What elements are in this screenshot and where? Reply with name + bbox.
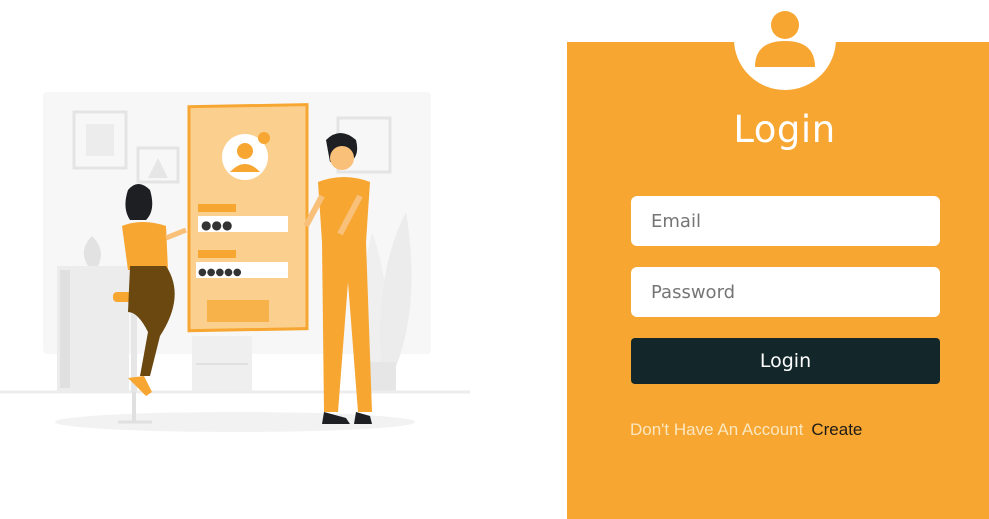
password-field[interactable] [631,267,940,317]
user-avatar-icon [755,11,815,67]
signup-row: Don't Have An Account Create [630,420,862,442]
svg-text:●●●●●: ●●●●● [198,267,242,278]
login-button[interactable]: Login [631,338,940,384]
avatar [734,0,836,90]
page-title: Login [733,108,836,151]
create-account-link[interactable]: Create [811,420,862,439]
svg-text:●●●: ●●● [201,218,232,232]
signup-prompt: Don't Have An Account [630,420,804,439]
email-field[interactable] [631,196,940,246]
login-illustration: ●●● ●●●●● [0,0,520,519]
